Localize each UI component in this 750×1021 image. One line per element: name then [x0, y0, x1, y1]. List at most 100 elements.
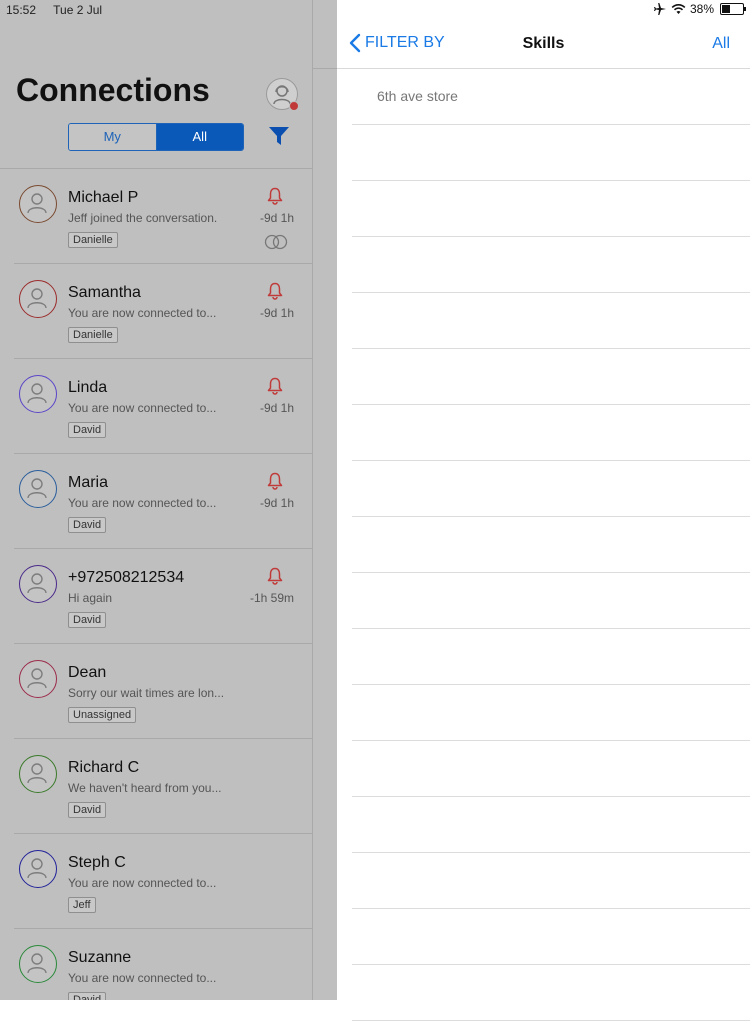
user-icon [27, 573, 47, 594]
wifi-icon [671, 3, 686, 14]
conversation-row[interactable]: Steph C You are now connected to... Jeff [14, 834, 312, 929]
connections-panel: 15:52 Tue 2 Jul Connections My All Micha… [0, 0, 337, 1000]
skill-option[interactable]: 6th ave store [352, 69, 750, 125]
empty-row [352, 181, 750, 237]
last-message: Hi again [68, 591, 113, 605]
assignee-tag: Unassigned [68, 707, 137, 723]
user-icon [27, 953, 47, 974]
elapsed-time: -9d 1h [259, 306, 294, 320]
assignee-tag: Danielle [68, 232, 118, 248]
empty-row [352, 237, 750, 293]
segment-all[interactable]: All [155, 124, 243, 150]
battery-icon [720, 3, 746, 15]
avatar [19, 185, 57, 223]
headset-user-icon [273, 85, 291, 105]
agent-status-dot [289, 101, 299, 111]
battery-cap [744, 7, 746, 11]
contact-name: Steph C [68, 854, 126, 871]
conversation-list: Michael P Jeff joined the conversation. Da… [0, 169, 312, 1000]
user-icon [27, 288, 47, 309]
empty-row [352, 349, 750, 405]
airplane-icon [653, 3, 666, 15]
avatar [19, 660, 57, 698]
empty-row [352, 797, 750, 853]
elapsed-time: -9d 1h [259, 211, 294, 225]
last-message: We haven't heard from you... [68, 781, 222, 795]
empty-row [352, 293, 750, 349]
conversation-row[interactable]: Maria You are now connected to... David -9d… [14, 454, 312, 549]
assignee-tag: David [68, 612, 107, 628]
bell-icon [267, 282, 283, 305]
conversation-row[interactable]: Samantha You are now connected to... Danie… [14, 264, 312, 359]
avatar [19, 565, 57, 603]
user-icon [27, 763, 47, 784]
last-message: You are now connected to... [68, 306, 217, 320]
empty-row [352, 629, 750, 685]
avatar [19, 375, 57, 413]
conversation-row[interactable]: Michael P Jeff joined the conversation. Da… [14, 169, 312, 264]
empty-row [352, 517, 750, 573]
last-message: You are now connected to... [68, 496, 217, 510]
empty-row [352, 573, 750, 629]
elapsed-time: -9d 1h [259, 496, 294, 510]
last-message: Jeff joined the conversation. [68, 211, 218, 225]
filter-title: Skills [522, 35, 565, 52]
last-message: You are now connected to... [68, 876, 217, 890]
ownership-segmented-control: My All [68, 123, 244, 151]
agent-avatar[interactable] [266, 78, 299, 111]
bell-icon [267, 567, 283, 590]
page-title: Connections [16, 72, 210, 108]
contact-name: Michael P [68, 189, 139, 206]
filter-panel: 38% FILTER BY Skills All 6th ave store [337, 0, 750, 1021]
bell-icon [267, 377, 283, 400]
status-time: 15:52 [6, 3, 37, 17]
user-icon [27, 478, 47, 499]
assignee-tag: David [68, 517, 107, 533]
empty-row [352, 685, 750, 741]
segment-my[interactable]: My [69, 124, 156, 150]
contact-name: Maria [68, 474, 109, 491]
user-icon [27, 383, 47, 404]
empty-row [352, 461, 750, 517]
conversation-row[interactable]: Richard C We haven't heard from you... Dav… [14, 739, 312, 834]
last-message: You are now connected to... [68, 401, 217, 415]
merged-channels-icon [263, 234, 289, 255]
empty-row [352, 909, 750, 965]
assignee-tag: Danielle [68, 327, 118, 343]
user-icon [27, 668, 47, 689]
panel-divider [312, 0, 313, 1000]
status-bar-left: 15:52 Tue 2 Jul [6, 3, 116, 17]
avatar [19, 755, 57, 793]
status-bar-right: 38% [653, 2, 746, 16]
avatar [19, 470, 57, 508]
empty-row [352, 125, 750, 181]
contact-name: Dean [68, 664, 107, 681]
conversation-row[interactable]: Linda You are now connected to... David -9d… [14, 359, 312, 454]
assignee-tag: David [68, 422, 107, 438]
empty-row [352, 405, 750, 461]
select-all-button[interactable]: All [712, 35, 730, 53]
empty-row [352, 965, 750, 1021]
assignee-tag: David [68, 992, 107, 1000]
avatar [19, 850, 57, 888]
divider [312, 68, 337, 69]
assignee-tag: Jeff [68, 897, 96, 913]
empty-row [352, 853, 750, 909]
contact-name: Linda [68, 379, 108, 396]
user-icon [27, 193, 47, 214]
bell-icon [267, 187, 283, 210]
status-date: Tue 2 Jul [53, 3, 103, 17]
contact-name: Suzanne [68, 949, 132, 966]
last-message: You are now connected to... [68, 971, 217, 985]
conversation-row[interactable]: Suzanne You are now connected to... David [14, 929, 312, 1000]
avatar [19, 280, 57, 318]
filter-button[interactable] [268, 126, 290, 151]
elapsed-time: -9d 1h [259, 401, 294, 415]
battery-level [722, 5, 730, 13]
battery-percent: 38% [689, 2, 714, 16]
conversation-row[interactable]: Dean Sorry our wait times are lon... Unass… [14, 644, 312, 739]
conversation-row[interactable]: +972508212534 Hi again David -1h 59m [14, 549, 312, 644]
empty-row [352, 741, 750, 797]
user-icon [27, 858, 47, 879]
bell-icon [267, 472, 283, 495]
